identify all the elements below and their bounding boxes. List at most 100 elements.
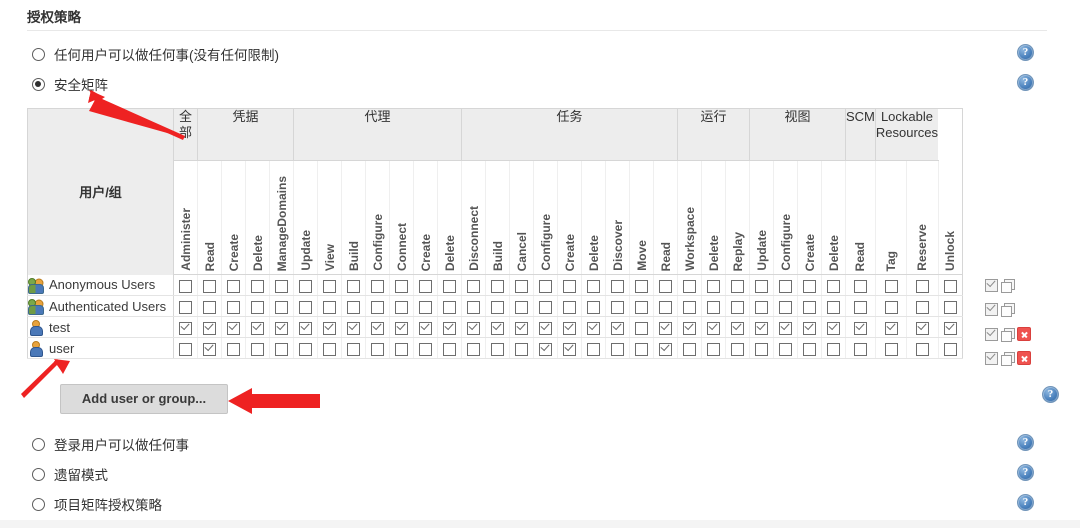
permission-checkbox[interactable] [803, 300, 816, 314]
permission-checkbox[interactable] [611, 321, 624, 335]
permission-checkbox[interactable] [611, 300, 624, 314]
matrix-cell[interactable] [875, 295, 908, 317]
select-all-icon[interactable] [985, 303, 998, 316]
permission-checkbox[interactable] [395, 300, 408, 314]
matrix-cell[interactable] [245, 316, 270, 338]
radio-project-matrix[interactable] [32, 497, 45, 511]
permission-checkbox[interactable] [299, 300, 312, 314]
matrix-cell[interactable] [509, 316, 534, 338]
permission-checkbox[interactable] [779, 342, 792, 356]
matrix-cell[interactable] [341, 295, 366, 317]
matrix-cell[interactable] [365, 316, 390, 338]
matrix-cell[interactable] [749, 274, 774, 296]
matrix-cell[interactable] [221, 316, 246, 338]
matrix-cell[interactable] [245, 295, 270, 317]
matrix-cell[interactable] [605, 295, 630, 317]
matrix-cell[interactable] [413, 295, 438, 317]
matrix-cell[interactable] [413, 316, 438, 338]
matrix-cell[interactable] [557, 316, 582, 338]
matrix-cell[interactable] [906, 295, 939, 317]
permission-checkbox[interactable] [251, 342, 264, 356]
permission-checkbox[interactable] [943, 342, 957, 356]
matrix-cell[interactable] [701, 274, 726, 296]
permission-checkbox[interactable] [539, 279, 552, 293]
permission-checkbox[interactable] [515, 342, 528, 356]
matrix-cell[interactable] [461, 274, 486, 296]
permission-checkbox[interactable] [611, 342, 624, 356]
matrix-cell[interactable] [293, 295, 318, 317]
permission-checkbox[interactable] [467, 279, 480, 293]
matrix-cell[interactable] [938, 316, 963, 338]
permission-checkbox[interactable] [563, 342, 576, 356]
matrix-cell[interactable] [557, 274, 582, 296]
permission-checkbox[interactable] [803, 279, 816, 293]
matrix-cell[interactable] [906, 337, 939, 359]
permission-checkbox[interactable] [539, 342, 552, 356]
matrix-cell[interactable] [797, 295, 822, 317]
permission-checkbox[interactable] [395, 342, 408, 356]
permission-checkbox[interactable] [827, 342, 840, 356]
matrix-cell[interactable] [293, 274, 318, 296]
matrix-cell[interactable] [557, 295, 582, 317]
permission-checkbox[interactable] [943, 279, 957, 293]
permission-checkbox[interactable] [587, 342, 600, 356]
permission-checkbox[interactable] [443, 342, 456, 356]
permission-checkbox[interactable] [539, 300, 552, 314]
permission-checkbox[interactable] [915, 300, 929, 314]
radio-matrix[interactable] [32, 77, 45, 91]
permission-checkbox[interactable] [587, 279, 600, 293]
permission-checkbox[interactable] [443, 321, 456, 335]
permission-checkbox[interactable] [827, 300, 840, 314]
matrix-cell[interactable] [293, 316, 318, 338]
matrix-cell[interactable] [581, 316, 606, 338]
radio-logged-in[interactable] [32, 437, 45, 451]
radio-legacy[interactable] [32, 467, 45, 481]
matrix-cell[interactable] [197, 274, 222, 296]
permission-checkbox[interactable] [635, 279, 648, 293]
permission-checkbox[interactable] [707, 321, 720, 335]
permission-checkbox[interactable] [779, 321, 792, 335]
matrix-cell[interactable] [533, 337, 558, 359]
permission-checkbox[interactable] [827, 279, 840, 293]
strategy-option-project-matrix[interactable]: 项目矩阵授权策略 [32, 494, 162, 514]
matrix-cell[interactable] [533, 274, 558, 296]
matrix-cell[interactable] [749, 316, 774, 338]
permission-checkbox[interactable] [179, 321, 192, 335]
permission-checkbox[interactable] [251, 279, 264, 293]
permission-checkbox[interactable] [203, 342, 216, 356]
matrix-cell[interactable] [269, 295, 294, 317]
matrix-cell[interactable] [653, 316, 678, 338]
matrix-cell[interactable] [557, 337, 582, 359]
permission-checkbox[interactable] [915, 321, 929, 335]
help-icon-legacy[interactable]: ? [1017, 464, 1034, 481]
matrix-cell[interactable] [269, 316, 294, 338]
permission-checkbox[interactable] [467, 321, 480, 335]
matrix-cell[interactable] [845, 337, 876, 359]
help-icon-add-user[interactable]: ? [1042, 386, 1059, 403]
matrix-cell[interactable] [773, 274, 798, 296]
matrix-cell[interactable] [317, 274, 342, 296]
permission-checkbox[interactable] [563, 300, 576, 314]
matrix-cell[interactable] [581, 295, 606, 317]
permission-checkbox[interactable] [827, 321, 840, 335]
strategy-option-logged-in[interactable]: 登录用户可以做任何事 [32, 434, 189, 454]
permission-checkbox[interactable] [179, 300, 192, 314]
matrix-cell[interactable] [389, 337, 414, 359]
permission-checkbox[interactable] [347, 342, 360, 356]
matrix-cell[interactable] [437, 316, 462, 338]
permission-checkbox[interactable] [707, 300, 720, 314]
matrix-cell[interactable] [269, 274, 294, 296]
permission-checkbox[interactable] [779, 279, 792, 293]
permission-checkbox[interactable] [515, 321, 528, 335]
permission-checkbox[interactable] [371, 300, 384, 314]
select-all-icon[interactable] [985, 327, 998, 341]
permission-checkbox[interactable] [227, 279, 240, 293]
permission-checkbox[interactable] [419, 321, 432, 335]
matrix-cell[interactable] [773, 295, 798, 317]
matrix-cell[interactable] [725, 316, 750, 338]
copy-icon[interactable] [1001, 327, 1015, 342]
matrix-cell[interactable] [197, 295, 222, 317]
matrix-cell[interactable] [773, 316, 798, 338]
permission-checkbox[interactable] [755, 321, 768, 335]
matrix-cell[interactable] [938, 274, 963, 296]
